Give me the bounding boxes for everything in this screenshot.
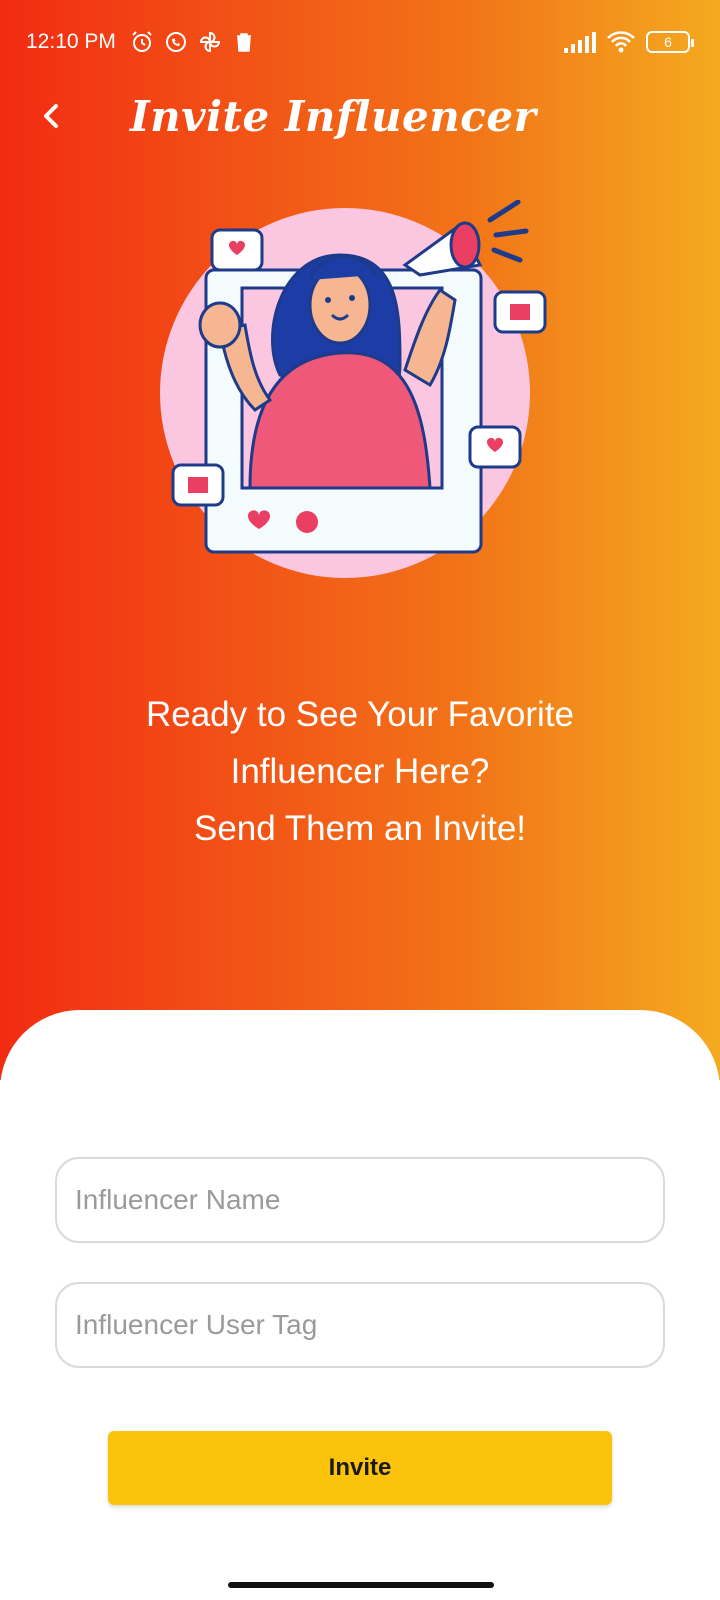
invite-button[interactable]: Invite <box>108 1431 612 1505</box>
pinwheel-icon <box>199 31 221 53</box>
home-indicator[interactable] <box>228 1582 494 1588</box>
wifi-icon <box>607 31 635 53</box>
battery-icon: 6 <box>646 31 694 53</box>
alarm-icon <box>132 31 152 52</box>
back-button[interactable] <box>30 95 74 139</box>
trash-icon <box>237 33 251 52</box>
headline-line-3: Send Them an Invite! <box>193 809 527 848</box>
influencer-megaphone-illustration <box>160 200 547 578</box>
notification-icons <box>130 30 256 54</box>
headline-line-2: Influencer Here? <box>230 752 490 791</box>
influencer-user-tag-field[interactable] <box>55 1282 665 1368</box>
influencer-name-field[interactable] <box>55 1157 665 1243</box>
page-title: Invite Influencer <box>130 92 537 141</box>
signal-icon <box>564 32 596 53</box>
influencer-user-tag-input[interactable] <box>57 1284 663 1366</box>
invite-headline: Ready to See Your Favorite Influencer He… <box>60 686 660 857</box>
headline-line-1: Ready to See Your Favorite <box>145 695 575 734</box>
chevron-left-icon <box>44 104 58 128</box>
status-bar: 12:10 PM 6 <box>0 0 720 90</box>
influencer-name-input[interactable] <box>57 1159 663 1241</box>
status-time: 12:10 PM <box>26 30 116 53</box>
whatsapp-icon <box>166 32 186 52</box>
system-icons: 6 <box>564 30 694 54</box>
